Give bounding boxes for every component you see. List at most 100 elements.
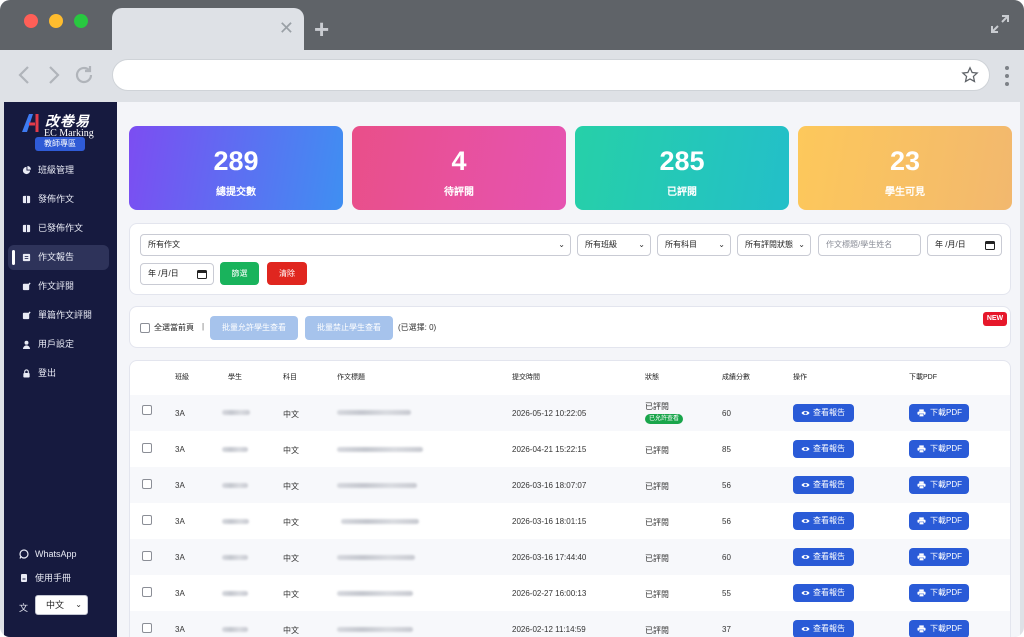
essay-select[interactable]: 所有作文 ⌄ [140, 234, 571, 256]
sidebar-item-logout[interactable]: 登出 [8, 361, 109, 386]
calendar-icon[interactable] [985, 240, 995, 250]
close-tab-icon[interactable]: ✕ [279, 19, 294, 37]
cell-score: 60 [722, 553, 731, 562]
download-pdf-label: 下載PDF [930, 444, 962, 453]
main-content: 289 總提交數 4 待評閱 285 已評閱 23 學生可見 所有作文 ⌄ 所有… [117, 102, 1020, 637]
row-checkbox[interactable] [142, 479, 152, 489]
download-pdf-label: 下載PDF [930, 588, 962, 597]
cell-class: 3A [175, 517, 185, 526]
report-icon [22, 253, 31, 262]
row-checkbox[interactable] [142, 515, 152, 525]
download-pdf-button[interactable]: 下載PDF [909, 512, 969, 530]
browser-tab[interactable]: ✕ [112, 8, 304, 50]
manual-icon [21, 574, 27, 582]
download-pdf-button[interactable]: 下載PDF [909, 548, 969, 566]
whatsapp-icon [19, 549, 29, 559]
view-report-button[interactable]: 查看報告 [793, 512, 854, 530]
cell-status: 已評閱 [645, 446, 669, 455]
batch-action-panel: 全選當前頁 | 批量允許學生查看 批量禁止學生查看 (已選擇: 0) [129, 306, 1011, 348]
minimize-window-button[interactable] [49, 14, 63, 28]
subject-select[interactable]: 所有科目 ⌄ [657, 234, 731, 256]
download-pdf-button[interactable]: 下載PDF [909, 584, 969, 602]
clear-button[interactable]: 清除 [267, 262, 307, 285]
class-select[interactable]: 所有班級 ⌄ [577, 234, 651, 256]
address-bar[interactable] [112, 59, 990, 91]
sidebar-item-class-management[interactable]: 班級管理 [8, 158, 109, 183]
view-report-button[interactable]: 查看報告 [793, 584, 854, 602]
blurred-student-name [222, 627, 248, 632]
reload-icon[interactable] [73, 64, 95, 86]
table-header-score: 成績分數 [722, 374, 750, 381]
cell-score: 56 [722, 481, 731, 490]
sidebar-item-essay-report[interactable]: 作文報告 [8, 245, 109, 270]
row-checkbox[interactable] [142, 587, 152, 597]
sidebar-item-publish-essay[interactable]: 發佈作文 [8, 187, 109, 212]
stat-label: 待評閱 [444, 187, 474, 198]
cell-class: 3A [175, 589, 185, 598]
row-checkbox[interactable] [142, 405, 152, 415]
download-pdf-button[interactable]: 下載PDF [909, 404, 969, 422]
download-pdf-button[interactable]: 下載PDF [909, 620, 969, 637]
sidebar-item-label: 已發佈作文 [38, 223, 84, 233]
date-from-input[interactable]: 年 /月/日 [927, 234, 1002, 256]
browser-toolbar [0, 50, 1024, 102]
stat-value: 4 [451, 146, 467, 176]
stat-label: 總提交數 [216, 187, 256, 198]
browser-window: ✕ + 改卷易 EC Marking 教師專區 班級管理 發佈作文 已發佈作文 … [0, 0, 1024, 637]
cell-subject: 中文 [283, 518, 299, 527]
download-pdf-button[interactable]: 下載PDF [909, 476, 969, 494]
select-all-checkbox[interactable] [140, 323, 150, 333]
sidebar-item-single-essay-review[interactable]: 單篇作文評閱 [8, 303, 109, 328]
app-viewport: 改卷易 EC Marking 教師專區 班級管理 發佈作文 已發佈作文 作文報告… [4, 102, 1020, 637]
manual-link[interactable]: 使用手冊 [4, 566, 117, 590]
book-icon [22, 195, 31, 204]
cell-submit-time: 2026-04-21 15:22:15 [512, 445, 587, 454]
blurred-student-name [222, 591, 248, 596]
back-icon[interactable] [14, 64, 36, 86]
table-header-actions: 操作 [793, 374, 807, 381]
language-select[interactable]: 中文 ⌄ [35, 595, 88, 615]
sidebar-item-essay-review[interactable]: 作文評閱 [8, 274, 109, 299]
download-pdf-button[interactable]: 下載PDF [909, 440, 969, 458]
sidebar-item-label: 作文評閱 [38, 281, 75, 291]
sidebar-item-published-essays[interactable]: 已發佈作文 [8, 216, 109, 241]
cell-subject: 中文 [283, 410, 299, 419]
search-placeholder: 作文標題/學生姓名 [826, 240, 893, 249]
view-report-button[interactable]: 查看報告 [793, 476, 854, 494]
printer-icon [917, 589, 926, 597]
download-pdf-label: 下載PDF [930, 624, 962, 633]
table-row: 3A 中文 2026-02-27 16:00:13 已評閱 55 查看報告 下載… [130, 575, 1010, 611]
date-to-input[interactable]: 年 /月/日 [140, 263, 214, 285]
maximize-window-button[interactable] [74, 14, 88, 28]
search-input[interactable]: 作文標題/學生姓名 [818, 234, 921, 256]
row-checkbox[interactable] [142, 443, 152, 453]
row-checkbox[interactable] [142, 551, 152, 561]
forward-icon[interactable] [42, 64, 64, 86]
view-report-label: 查看報告 [813, 516, 845, 525]
calendar-icon[interactable] [197, 269, 207, 279]
close-window-button[interactable] [24, 14, 38, 28]
batch-forbid-button[interactable]: 批量禁止學生查看 [305, 316, 393, 340]
bookmark-star-icon[interactable] [961, 66, 979, 84]
batch-separator: | [202, 322, 205, 331]
view-report-button[interactable]: 查看報告 [793, 548, 854, 566]
view-report-button[interactable]: 查看報告 [793, 440, 854, 458]
new-tab-icon[interactable]: + [314, 16, 329, 42]
whatsapp-link[interactable]: WhatsApp [4, 542, 117, 566]
view-report-button[interactable]: 查看報告 [793, 620, 854, 637]
sidebar-item-user-settings[interactable]: 用戶設定 [8, 332, 109, 357]
cell-subject: 中文 [283, 590, 299, 599]
filter-button[interactable]: 篩選 [220, 262, 259, 285]
view-report-button[interactable]: 查看報告 [793, 404, 854, 422]
eye-icon [801, 626, 810, 632]
row-checkbox[interactable] [142, 623, 152, 633]
eye-icon [801, 554, 810, 560]
blurred-essay-title [337, 410, 411, 415]
blurred-essay-title [337, 447, 423, 452]
table-row: 3A 中文 2026-05-12 10:22:05 已評閱 已允許查看 60 查… [130, 395, 1010, 431]
fullscreen-icon[interactable] [990, 14, 1010, 34]
browser-menu-icon[interactable] [1004, 65, 1010, 87]
review-status-select[interactable]: 所有評閱狀態 ⌄ [737, 234, 811, 256]
batch-allow-button[interactable]: 批量允許學生查看 [210, 316, 298, 340]
chevron-down-icon: ⌄ [798, 240, 805, 249]
